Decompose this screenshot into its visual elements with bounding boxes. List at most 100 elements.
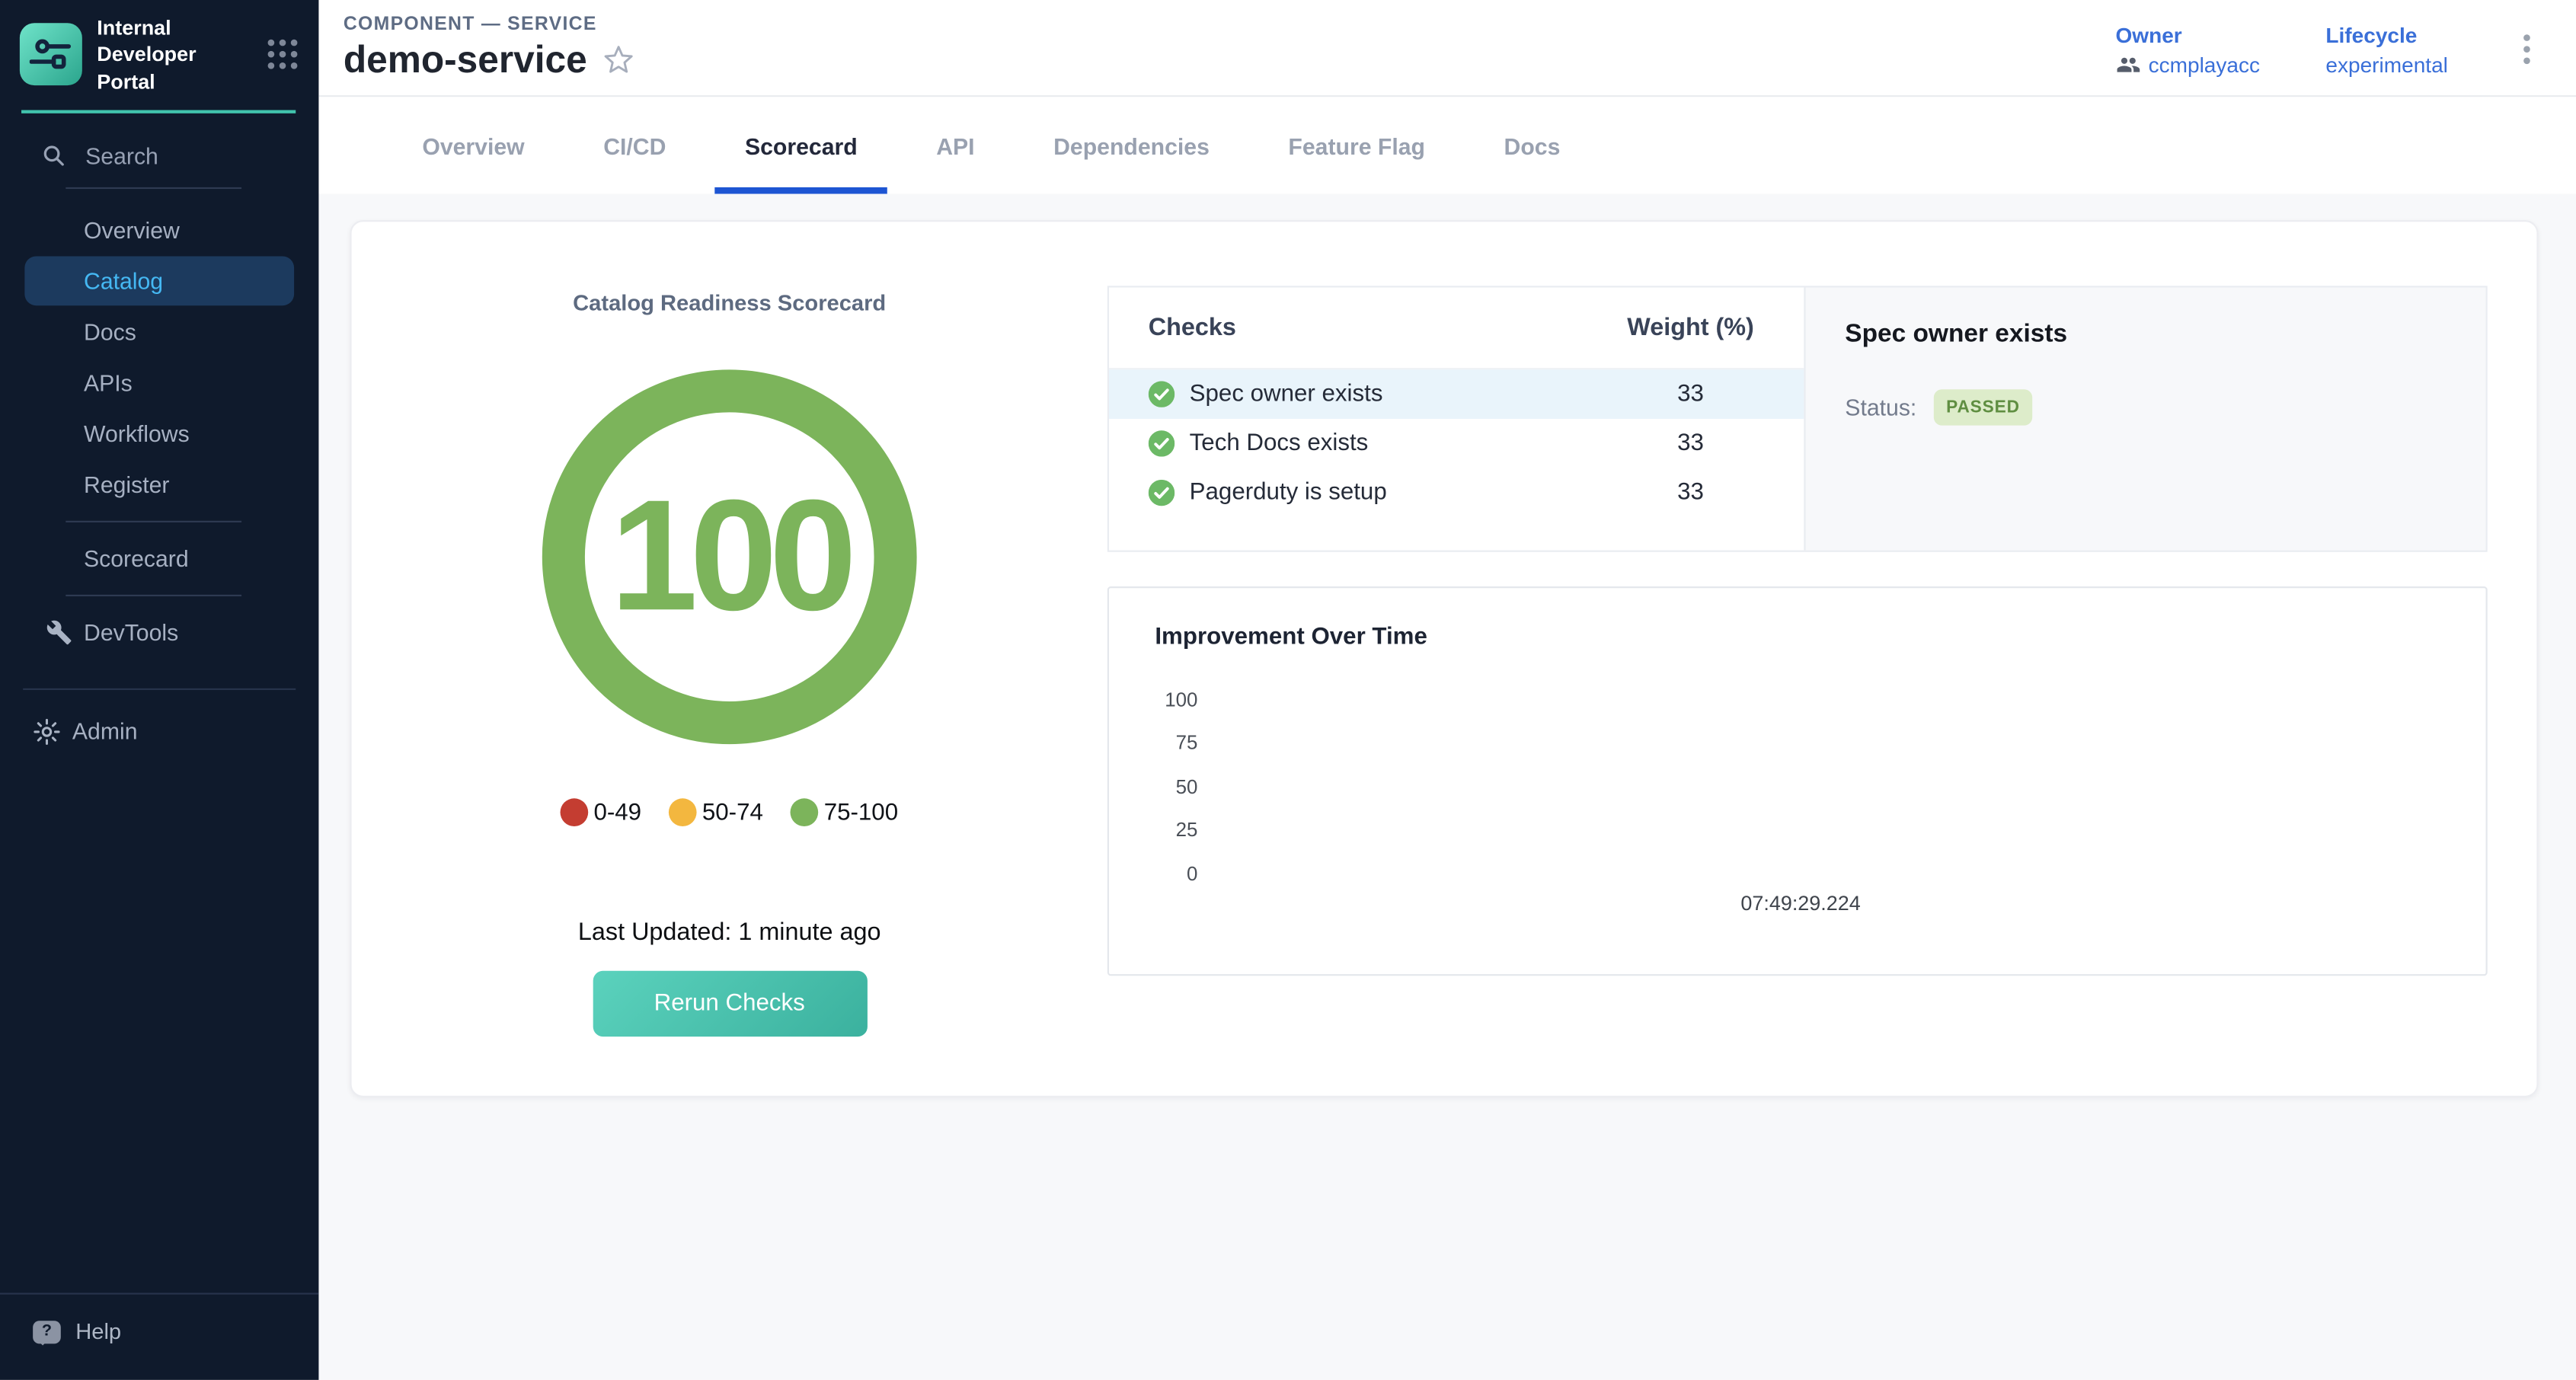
- chart-plot-area: 100 75 50 25 0 07:49:29.224: [1155, 676, 2446, 955]
- tab-overview[interactable]: Overview: [383, 97, 564, 193]
- check-passed-icon: [1149, 381, 1175, 407]
- status-label: Status:: [1845, 395, 1916, 421]
- owner-block: Owner ccmplayacc: [2115, 22, 2260, 76]
- tab-label: Scorecard: [745, 133, 858, 159]
- entity-header: COMPONENT — SERVICE demo-service Owner c: [318, 0, 2576, 97]
- sidebar-search[interactable]: Search: [41, 142, 292, 169]
- sidebar-item-docs[interactable]: Docs: [24, 307, 294, 356]
- checks-section: Checks Weight (%) Spec owner exists: [1107, 222, 2537, 1096]
- checks-column-header: Checks: [1149, 314, 1594, 342]
- sidebar-item-label: Docs: [84, 318, 136, 345]
- improvement-chart-card: Improvement Over Time 100 75 50 25 0 07:…: [1107, 586, 2488, 976]
- sidebar: Internal Developer Portal Search Overvie…: [0, 0, 318, 1380]
- help-label: Help: [75, 1319, 121, 1343]
- favorite-star-icon[interactable]: [603, 43, 634, 75]
- sidebar-item-label: DevTools: [84, 619, 178, 646]
- weight-column-header: Weight (%): [1593, 314, 1788, 342]
- owner-label: Owner: [2115, 22, 2260, 46]
- checks-panel: Checks Weight (%) Spec owner exists: [1107, 286, 2488, 551]
- sidebar-accent-divider: [21, 110, 296, 113]
- check-row-pagerduty[interactable]: Pagerduty is setup 33: [1109, 468, 1804, 518]
- status-badge: PASSED: [1933, 389, 2033, 425]
- check-name: Pagerduty is setup: [1190, 480, 1387, 506]
- legend-label: 0-49: [593, 799, 641, 826]
- tab-label: Overview: [422, 133, 524, 159]
- legend-label: 75-100: [824, 799, 898, 826]
- app-title: Internal Developer Portal: [97, 14, 241, 94]
- tab-label: Feature Flag: [1288, 133, 1425, 159]
- sidebar-divider: [66, 594, 241, 596]
- sidebar-item-scorecard[interactable]: Scorecard: [24, 533, 294, 583]
- check-weight: 33: [1593, 430, 1788, 457]
- tab-label: API: [936, 133, 974, 159]
- chart-title: Improvement Over Time: [1155, 625, 2446, 651]
- search-icon: [41, 143, 66, 168]
- sidebar-item-devtools[interactable]: DevTools: [24, 608, 294, 657]
- scorecard-card: Catalog Readiness Scorecard 100 0-49 50-…: [350, 220, 2538, 1097]
- legend-item-high: 75-100: [791, 798, 899, 826]
- sidebar-divider: [66, 187, 241, 188]
- sidebar-item-register[interactable]: Register: [24, 459, 294, 509]
- apps-grid-icon[interactable]: [263, 35, 302, 75]
- owner-link[interactable]: ccmplayacc: [2149, 52, 2261, 76]
- check-row-tech-docs[interactable]: Tech Docs exists 33: [1109, 419, 1804, 468]
- score-value: 100: [610, 478, 849, 636]
- entity-meta: Owner ccmplayacc Lifecycle experimental: [2115, 19, 2539, 76]
- sidebar-search-label: Search: [85, 142, 158, 169]
- entity-tabs: Overview CI/CD Scorecard API Dependencie…: [318, 97, 2576, 193]
- kebab-menu-icon[interactable]: [2514, 28, 2540, 71]
- tab-scorecard[interactable]: Scorecard: [705, 97, 896, 193]
- sidebar-item-workflows[interactable]: Workflows: [24, 409, 294, 458]
- sidebar-divider: [23, 688, 296, 689]
- score-gauge: 100: [542, 369, 917, 744]
- sidebar-divider: [66, 520, 241, 522]
- score-gauge-section: Catalog Readiness Scorecard 100 0-49 50-…: [352, 222, 1107, 1096]
- sidebar-item-label: Workflows: [84, 420, 190, 447]
- rerun-checks-button[interactable]: Rerun Checks: [593, 971, 867, 1037]
- tab-dependencies[interactable]: Dependencies: [1014, 97, 1248, 193]
- sidebar-item-label: APIs: [84, 369, 133, 396]
- sidebar-item-label: Scorecard: [84, 545, 189, 572]
- check-name: Tech Docs exists: [1190, 430, 1369, 457]
- check-weight: 33: [1593, 381, 1788, 407]
- sidebar-item-catalog[interactable]: Catalog: [24, 256, 294, 305]
- main-area: COMPONENT — SERVICE demo-service Owner c: [318, 0, 2576, 1380]
- y-axis-tick: 100: [1155, 688, 1197, 711]
- sidebar-item-apis[interactable]: APIs: [24, 358, 294, 407]
- logo-glyph-icon: [30, 34, 72, 76]
- checks-table-header: Checks Weight (%): [1109, 287, 1804, 369]
- check-passed-icon: [1149, 480, 1175, 506]
- admin-label: Admin: [72, 718, 138, 745]
- sidebar-nav: Overview Catalog Docs APIs Workflows Reg…: [0, 203, 318, 658]
- tab-label: CI/CD: [603, 133, 666, 159]
- x-axis-tick: 07:49:29.224: [1740, 892, 1860, 915]
- check-row-spec-owner[interactable]: Spec owner exists 33: [1109, 369, 1804, 419]
- y-axis-tick: 50: [1155, 775, 1197, 798]
- check-detail-panel: Spec owner exists Status: PASSED: [1804, 287, 2485, 550]
- check-passed-icon: [1149, 430, 1175, 457]
- lifecycle-block: Lifecycle experimental: [2325, 22, 2448, 76]
- tab-api[interactable]: API: [896, 97, 1014, 193]
- sidebar-item-label: Catalog: [84, 267, 163, 294]
- check-name: Spec owner exists: [1190, 381, 1383, 407]
- tab-feature-flag[interactable]: Feature Flag: [1249, 97, 1465, 193]
- tab-cicd[interactable]: CI/CD: [564, 97, 705, 193]
- y-axis-tick: 0: [1155, 862, 1197, 885]
- page-title: demo-service: [344, 37, 587, 81]
- app-window: Internal Developer Portal Search Overvie…: [0, 0, 2576, 1380]
- sidebar-header: Internal Developer Portal: [0, 0, 318, 95]
- legend-dot-green-icon: [791, 798, 820, 826]
- legend-item-low: 0-49: [561, 798, 641, 826]
- check-detail-title: Spec owner exists: [1845, 321, 2446, 350]
- y-axis-tick: 25: [1155, 818, 1197, 841]
- breadcrumb: COMPONENT — SERVICE: [344, 14, 634, 34]
- sidebar-item-overview[interactable]: Overview: [24, 205, 294, 254]
- users-icon: [2115, 52, 2140, 76]
- y-axis-tick: 75: [1155, 731, 1197, 754]
- gear-icon: [33, 717, 61, 746]
- tab-docs[interactable]: Docs: [1465, 97, 1600, 193]
- sidebar-item-admin[interactable]: Admin: [0, 706, 318, 757]
- sidebar-item-help[interactable]: ? Help: [0, 1293, 318, 1380]
- legend-item-mid: 50-74: [670, 798, 763, 826]
- legend-dot-red-icon: [561, 798, 589, 826]
